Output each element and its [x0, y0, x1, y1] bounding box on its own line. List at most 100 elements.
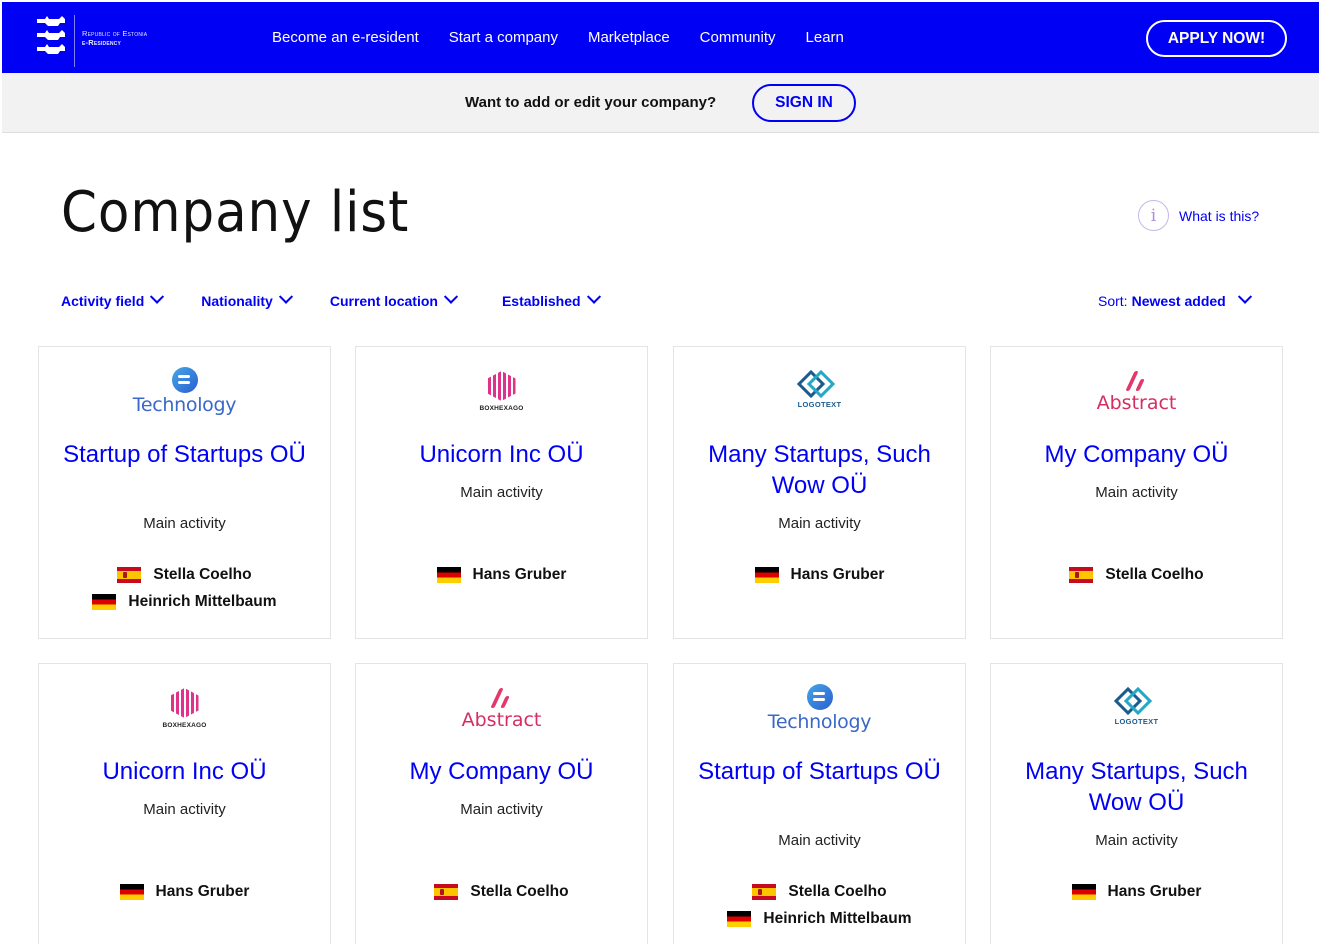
- nav-community[interactable]: Community: [700, 29, 776, 46]
- company-name[interactable]: Many Startups, Such Wow OÜ: [694, 439, 945, 501]
- founder-row: Stella Coelho: [356, 878, 647, 905]
- logo-text: Abstract: [461, 709, 542, 731]
- germany-flag-icon: [119, 883, 144, 900]
- nav-marketplace[interactable]: Marketplace: [588, 29, 670, 46]
- logo-text: Abstract: [1096, 392, 1177, 414]
- filter-established[interactable]: Established: [501, 289, 601, 309]
- nav-become-e-resident[interactable]: Become an e-resident: [272, 29, 419, 46]
- founder-row: Hans Gruber: [991, 878, 1282, 905]
- boxhexago-logo-mark: [170, 688, 199, 718]
- company-card[interactable]: BOXHEXAGO Unicorn Inc OÜ Main activity Hans…: [355, 346, 648, 639]
- founder-name: Stella Coelho: [153, 565, 252, 583]
- company-activity: Main activity: [1095, 832, 1178, 849]
- logo-text: Technology: [132, 394, 237, 416]
- sort-value: Newest added: [1131, 293, 1226, 309]
- chevron-down-icon: [443, 289, 459, 304]
- company-logo: Technology: [39, 367, 330, 417]
- sign-in-strip: Want to add or edit your company? SIGN I…: [2, 73, 1319, 133]
- brand-line-2: e-Residency: [82, 38, 122, 47]
- chevron-down-icon: [278, 289, 293, 304]
- abstract-logo-mark: [1124, 371, 1150, 393]
- company-name[interactable]: Unicorn Inc OÜ: [376, 439, 627, 470]
- germany-flag-icon: [727, 910, 752, 927]
- founder-list: Stella Coelho: [991, 561, 1282, 588]
- company-name[interactable]: Startup of Startups OÜ: [694, 756, 945, 787]
- company-name[interactable]: Startup of Startups OÜ: [59, 439, 310, 470]
- company-card[interactable]: BOXHEXAGO Unicorn Inc OÜ Main activity Hans…: [38, 663, 331, 944]
- founder-name: Hans Gruber: [155, 882, 250, 900]
- filter-activity-field[interactable]: Activity field: [61, 289, 165, 309]
- company-card[interactable]: Technology Startup of Startups OÜ Main act…: [673, 663, 966, 944]
- spain-flag-icon: [434, 883, 459, 900]
- brand-line-1: Republic of Estonia: [82, 29, 148, 38]
- company-card[interactable]: Abstract My Company OÜ Main activity Stella…: [355, 663, 648, 944]
- sort-label: Sort:: [1098, 293, 1128, 309]
- page-title: Company list: [61, 180, 410, 245]
- filter-bar: Activity field Nationality Current locat…: [61, 289, 601, 309]
- brand-text[interactable]: Republic of Estonia e-Residency: [82, 29, 147, 47]
- company-activity: Main activity: [778, 515, 861, 532]
- founder-row: Stella Coelho: [991, 561, 1282, 588]
- founder-row: Heinrich Mittelbaum: [674, 905, 965, 932]
- founder-name: Stella Coelho: [788, 882, 887, 900]
- germany-flag-icon: [436, 566, 461, 583]
- company-name[interactable]: My Company OÜ: [376, 756, 627, 787]
- estonia-coat-of-arms-logo[interactable]: [35, 15, 69, 61]
- technology-logo-mark: [171, 367, 198, 393]
- what-is-this-link[interactable]: i What is this?: [1138, 200, 1259, 231]
- logo-text: Technology: [767, 711, 872, 733]
- company-card[interactable]: Abstract My Company OÜ Main activity Stella…: [990, 346, 1283, 639]
- company-name[interactable]: Many Startups, Such Wow OÜ: [1011, 756, 1262, 818]
- company-activity: Main activity: [143, 515, 226, 532]
- nav-learn[interactable]: Learn: [806, 29, 844, 46]
- filter-label: Established: [501, 293, 581, 309]
- abstract-logo-mark: [489, 688, 515, 710]
- founder-name: Stella Coelho: [1105, 565, 1204, 583]
- founder-row: Hans Gruber: [39, 878, 330, 905]
- filter-nationality[interactable]: Nationality: [201, 289, 293, 309]
- germany-flag-icon: [1071, 883, 1096, 900]
- company-card[interactable]: LOGOTEXT Many Startups, Such Wow OÜ Main a…: [673, 346, 966, 639]
- company-activity: Main activity: [460, 801, 543, 818]
- company-logo: Abstract: [991, 367, 1282, 417]
- spain-flag-icon: [117, 566, 142, 583]
- spain-flag-icon: [1069, 566, 1094, 583]
- brand-divider: [74, 15, 75, 67]
- spain-flag-icon: [752, 883, 777, 900]
- apply-now-button[interactable]: APPLY NOW!: [1146, 20, 1287, 57]
- company-card[interactable]: LOGOTEXT Many Startups, Such Wow OÜ Main a…: [990, 663, 1283, 944]
- sign-in-button[interactable]: SIGN IN: [752, 84, 856, 122]
- company-name[interactable]: My Company OÜ: [1011, 439, 1262, 470]
- founder-row: Heinrich Mittelbaum: [39, 588, 330, 615]
- sign-in-prompt: Want to add or edit your company?: [465, 94, 717, 111]
- founder-list: Hans Gruber: [674, 561, 965, 588]
- founder-row: Stella Coelho: [674, 878, 965, 905]
- main-nav: Become an e-resident Start a company Mar…: [272, 2, 874, 73]
- company-card[interactable]: Technology Startup of Startups OÜ Main act…: [38, 346, 331, 639]
- sort-dropdown[interactable]: Sort: Newest added: [1098, 289, 1252, 309]
- company-logo: Abstract: [356, 684, 647, 734]
- info-icon: i: [1138, 200, 1169, 231]
- company-name[interactable]: Unicorn Inc OÜ: [59, 756, 310, 787]
- founder-row: Hans Gruber: [674, 561, 965, 588]
- logo-text: BOXHEXAGO: [162, 722, 207, 729]
- nav-start-company[interactable]: Start a company: [449, 29, 558, 46]
- founder-row: Hans Gruber: [356, 561, 647, 588]
- founder-name: Hans Gruber: [472, 565, 567, 583]
- founder-list: Hans Gruber: [991, 878, 1282, 905]
- founder-list: Hans Gruber: [39, 878, 330, 905]
- founder-name: Heinrich Mittelbaum: [128, 592, 277, 610]
- germany-flag-icon: [92, 593, 117, 610]
- company-logo: LOGOTEXT: [991, 684, 1282, 734]
- filter-label: Activity field: [61, 293, 145, 309]
- founder-name: Hans Gruber: [1107, 882, 1202, 900]
- logo-text: BOXHEXAGO: [479, 405, 524, 412]
- logo-text: LOGOTEXT: [797, 400, 842, 409]
- logo-text: LOGOTEXT: [1114, 717, 1159, 726]
- company-logo: Technology: [674, 684, 965, 734]
- chevron-down-icon: [150, 289, 165, 304]
- company-logo: BOXHEXAGO: [39, 684, 330, 734]
- filter-current-location[interactable]: Current location: [330, 289, 459, 309]
- company-activity: Main activity: [460, 484, 543, 501]
- technology-logo-mark: [806, 684, 833, 710]
